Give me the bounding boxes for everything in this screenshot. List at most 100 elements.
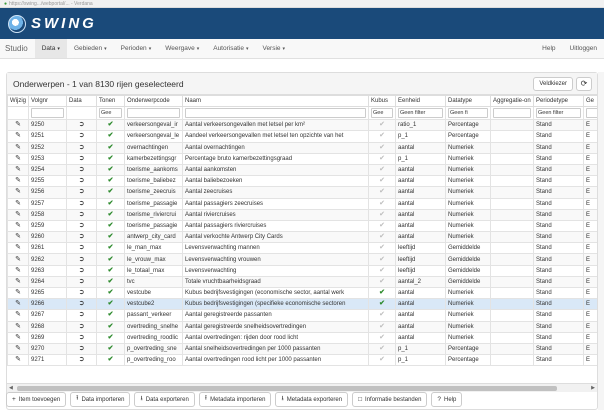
- data-link-icon[interactable]: ➲: [79, 334, 85, 341]
- data-link-icon[interactable]: ➲: [79, 200, 85, 207]
- nav-gebieden[interactable]: Gebieden ▾: [67, 39, 114, 58]
- table-row[interactable]: ✎ 9268 ➲ ✔ overtreding_snelhe Aantal geregist…: [7, 320, 597, 333]
- data-link-icon[interactable]: ➲: [79, 345, 85, 352]
- nav-logout[interactable]: Uitloggen: [563, 39, 604, 58]
- edit-icon[interactable]: ✎: [15, 121, 21, 128]
- informatie-bestanden-button[interactable]: □ Informatie bestanden: [352, 392, 428, 407]
- nav-autorisatie[interactable]: Autorisatie ▾: [206, 39, 255, 58]
- table-row[interactable]: ✎ 9258 ➲ ✔ toerisme_riviercrui Aantal rivierc…: [7, 208, 597, 221]
- edit-icon[interactable]: ✎: [15, 289, 21, 296]
- data-link-icon[interactable]: ➲: [79, 121, 85, 128]
- data-link-icon[interactable]: ➲: [79, 211, 85, 218]
- data-link-icon[interactable]: ➲: [79, 289, 85, 296]
- edit-icon[interactable]: ✎: [15, 244, 21, 251]
- table-row[interactable]: ✎ 9269 ➲ ✔ overtreding_roodlic Aantal overtre…: [7, 331, 597, 344]
- data-link-icon[interactable]: ➲: [79, 177, 85, 184]
- data-link-icon[interactable]: ➲: [79, 132, 85, 139]
- edit-icon[interactable]: ✎: [15, 155, 21, 162]
- data-cell[interactable]: ➲: [66, 286, 97, 300]
- edit-icon[interactable]: ✎: [15, 278, 21, 285]
- nav-versie[interactable]: Versie ▾: [255, 39, 292, 58]
- edit-icon[interactable]: ✎: [15, 144, 21, 151]
- data-cell[interactable]: ➲: [66, 163, 97, 177]
- code-filter-input[interactable]: [127, 108, 180, 119]
- col-header-ge[interactable]: Ge: [583, 95, 597, 108]
- edit-cell[interactable]: ✎: [7, 253, 29, 266]
- data-link-icon[interactable]: ➲: [79, 356, 85, 363]
- edit-icon[interactable]: ✎: [15, 267, 21, 274]
- table-row[interactable]: ✎ 9265 ➲ ✔ vestcube Kubus bedrijfsvestigingen…: [7, 286, 597, 300]
- data-cell[interactable]: ➲: [66, 242, 97, 255]
- table-row[interactable]: ✎ 9251 ➲ ✔ verkeersongeval_le Aandeel verkeer…: [7, 130, 597, 143]
- data-cell[interactable]: ➲: [66, 141, 97, 154]
- data-link-icon[interactable]: ➲: [79, 244, 85, 251]
- nav-data[interactable]: Data ▾: [34, 39, 67, 58]
- table-row[interactable]: ✎ 9263 ➲ ✔ le_totaal_max Levensverwachting ✔ le…: [7, 264, 597, 277]
- data-link-icon[interactable]: ➲: [79, 144, 85, 151]
- data-link-icon[interactable]: ➲: [79, 222, 85, 229]
- col-header-onderwerpcode[interactable]: Onderwerpcode: [124, 95, 183, 108]
- data-link-icon[interactable]: ➲: [79, 323, 85, 330]
- edit-cell[interactable]: ✎: [7, 231, 29, 244]
- edit-cell[interactable]: ✎: [7, 163, 29, 177]
- item-toevoegen-button[interactable]: + Item toevoegen: [6, 392, 67, 407]
- data-link-icon[interactable]: ➲: [79, 267, 85, 274]
- edit-icon[interactable]: ✎: [15, 188, 21, 195]
- table-row[interactable]: ✎ 9259 ➲ ✔ toerisme_passagie Aantal passagier…: [7, 219, 597, 233]
- metadata-exporteren-button[interactable]: ⭳ Metadata exporteren: [275, 392, 349, 407]
- app-name[interactable]: Studio: [0, 39, 35, 58]
- col-header-wijzig[interactable]: Wijzig: [7, 95, 29, 108]
- ge-filter-input[interactable]: [586, 108, 597, 119]
- data-cell[interactable]: ➲: [66, 253, 97, 266]
- edit-cell[interactable]: ✎: [7, 354, 29, 367]
- table-row[interactable]: ✎ 9266 ➲ ✔ vestcube2 Kubus bedrijfsvestiginge…: [7, 298, 597, 311]
- kubus-filter-select[interactable]: Gee: [371, 108, 393, 119]
- volgnr-filter-input[interactable]: [31, 108, 64, 119]
- edit-icon[interactable]: ✎: [15, 233, 21, 240]
- edit-icon[interactable]: ✎: [15, 132, 21, 139]
- edit-cell[interactable]: ✎: [7, 320, 29, 333]
- edit-icon[interactable]: ✎: [15, 356, 21, 363]
- edit-icon[interactable]: ✎: [15, 345, 21, 352]
- data-cell[interactable]: ➲: [66, 208, 97, 221]
- table-row[interactable]: ✎ 9270 ➲ ✔ p_overtreding_sne Aantal snelheids…: [7, 342, 597, 356]
- browser-address-bar[interactable]: ● https://swing.../webportal/... - Verda…: [0, 0, 604, 8]
- edit-cell[interactable]: ✎: [7, 309, 29, 322]
- data-link-icon[interactable]: ➲: [79, 166, 85, 173]
- data-cell[interactable]: ➲: [66, 130, 97, 143]
- data-cell[interactable]: ➲: [66, 320, 97, 333]
- col-header-volgnr[interactable]: Volgnr: [28, 95, 67, 108]
- table-row[interactable]: ✎ 9254 ➲ ✔ toerisme_aankoms Aantal aankomsten…: [7, 163, 597, 177]
- edit-icon[interactable]: ✎: [15, 311, 21, 318]
- edit-cell[interactable]: ✎: [7, 264, 29, 277]
- refresh-button[interactable]: ⟳: [576, 76, 592, 91]
- table-row[interactable]: ✎ 9260 ➲ ✔ antwerp_city_card Aantal verkochte…: [7, 231, 597, 244]
- field-chooser-button[interactable]: Veldkiezer: [533, 76, 573, 91]
- scroll-right-icon[interactable]: ▶: [591, 384, 595, 393]
- table-row[interactable]: ✎ 9250 ➲ ✔ verkeersongeval_ir Aantal verkeers…: [7, 119, 597, 132]
- vertical-scrollbar[interactable]: [598, 72, 604, 410]
- edit-icon[interactable]: ✎: [15, 256, 21, 263]
- data-link-icon[interactable]: ➲: [79, 155, 85, 162]
- table-row[interactable]: ✎ 9257 ➲ ✔ toerisme_passagie Aantal passagier…: [7, 197, 597, 210]
- nav-help[interactable]: Help: [535, 39, 562, 58]
- col-header-data[interactable]: Data: [66, 95, 97, 108]
- table-row[interactable]: ✎ 9264 ➲ ✔ tvc Totale vruchtbaarheidsgraad ✔ aa…: [7, 275, 597, 289]
- data-link-icon[interactable]: ➲: [79, 233, 85, 240]
- table-row[interactable]: ✎ 9267 ➲ ✔ passant_verkeer Aantal geregistree…: [7, 309, 597, 322]
- help-button[interactable]: ? Help: [431, 392, 463, 407]
- metadata-importeren-button[interactable]: ⭱ Metadata importeren: [198, 392, 272, 407]
- table-row[interactable]: ✎ 9261 ➲ ✔ le_man_max Levensverwachting manne…: [7, 242, 597, 255]
- edit-cell[interactable]: ✎: [7, 152, 29, 165]
- table-row[interactable]: ✎ 9252 ➲ ✔ overnachtingen Aantal overnachting…: [7, 141, 597, 154]
- data-cell[interactable]: ➲: [66, 309, 97, 322]
- data-cell[interactable]: ➲: [66, 264, 97, 277]
- datatype-filter-select[interactable]: Geen fi: [448, 108, 488, 119]
- edit-icon[interactable]: ✎: [15, 177, 21, 184]
- data-cell[interactable]: ➲: [66, 119, 97, 132]
- data-link-icon[interactable]: ➲: [79, 256, 85, 263]
- edit-icon[interactable]: ✎: [15, 334, 21, 341]
- data-cell[interactable]: ➲: [66, 219, 97, 233]
- col-header-datatype[interactable]: Datatype: [445, 95, 491, 108]
- data-cell[interactable]: ➲: [66, 354, 97, 367]
